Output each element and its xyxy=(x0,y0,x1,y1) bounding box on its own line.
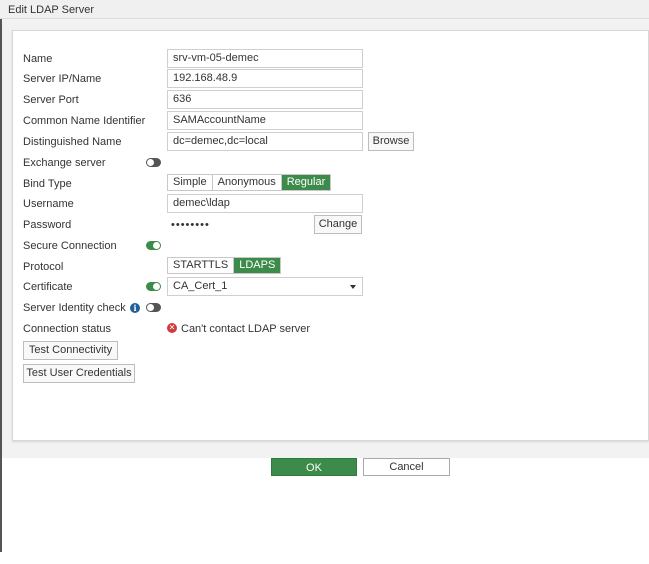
password-label: Password xyxy=(23,219,72,231)
cn-identifier-input[interactable]: SAMAccountName xyxy=(167,111,363,130)
test-connectivity-button[interactable]: Test Connectivity xyxy=(23,341,118,360)
protocol-ldaps[interactable]: LDAPS xyxy=(234,258,281,273)
dialog-title: Edit LDAP Server xyxy=(0,0,649,19)
toggle-knob xyxy=(153,283,160,290)
server-ip-label: Server IP/Name xyxy=(23,73,102,85)
username-label: Username xyxy=(23,198,74,210)
cn-identifier-label: Common Name Identifier xyxy=(23,115,146,127)
test-user-credentials-button[interactable]: Test User Credentials xyxy=(23,364,135,383)
toggle-knob xyxy=(153,242,160,249)
certificate-toggle[interactable] xyxy=(146,282,161,291)
certificate-label: Certificate xyxy=(23,281,73,293)
protocol-starttls[interactable]: STARTTLS xyxy=(168,258,235,273)
distinguished-name-label: Distinguished Name xyxy=(23,136,122,148)
secure-connection-label: Secure Connection xyxy=(23,240,117,252)
server-port-input[interactable]: 636 xyxy=(167,90,363,109)
toggle-knob xyxy=(147,159,154,166)
caret-down-icon xyxy=(350,285,356,289)
server-port-label: Server Port xyxy=(23,94,79,106)
protocol-label: Protocol xyxy=(23,261,64,273)
certificate-select[interactable]: CA_Cert_1 xyxy=(167,277,363,296)
connection-status-value: Can't contact LDAP server xyxy=(181,323,311,335)
protocol-selector: STARTTLS LDAPS xyxy=(167,257,282,274)
server-ip-input[interactable]: 192.168.48.9 xyxy=(167,69,363,88)
exchange-server-toggle[interactable] xyxy=(146,158,161,167)
info-icon[interactable]: i xyxy=(130,303,140,313)
name-input[interactable]: srv-vm-05-demec xyxy=(167,49,363,68)
bind-type-label: Bind Type xyxy=(23,178,72,190)
bind-type-simple[interactable]: Simple xyxy=(168,175,213,190)
password-value: •••••••• xyxy=(171,219,210,231)
connection-status-label: Connection status xyxy=(23,323,112,335)
cancel-button[interactable]: Cancel xyxy=(363,458,450,476)
change-password-button[interactable]: Change xyxy=(314,215,362,234)
toggle-knob xyxy=(147,304,154,311)
server-identity-check-label: Server Identity check xyxy=(23,302,126,314)
exchange-server-label: Exchange server xyxy=(23,157,106,169)
server-identity-check-toggle[interactable] xyxy=(146,303,161,312)
bind-type-anonymous[interactable]: Anonymous xyxy=(213,175,282,190)
ok-button[interactable]: OK xyxy=(271,458,357,476)
x-circle-icon: ✕ xyxy=(167,323,177,333)
bind-type-regular[interactable]: Regular xyxy=(281,175,331,190)
browse-button[interactable]: Browse xyxy=(368,132,414,151)
bind-type-selector: Simple Anonymous Regular xyxy=(167,174,332,191)
username-input[interactable]: demec\ldap xyxy=(167,194,363,213)
name-label: Name xyxy=(23,53,53,65)
distinguished-name-input[interactable]: dc=demec,dc=local xyxy=(167,132,363,151)
secure-connection-toggle[interactable] xyxy=(146,241,161,250)
